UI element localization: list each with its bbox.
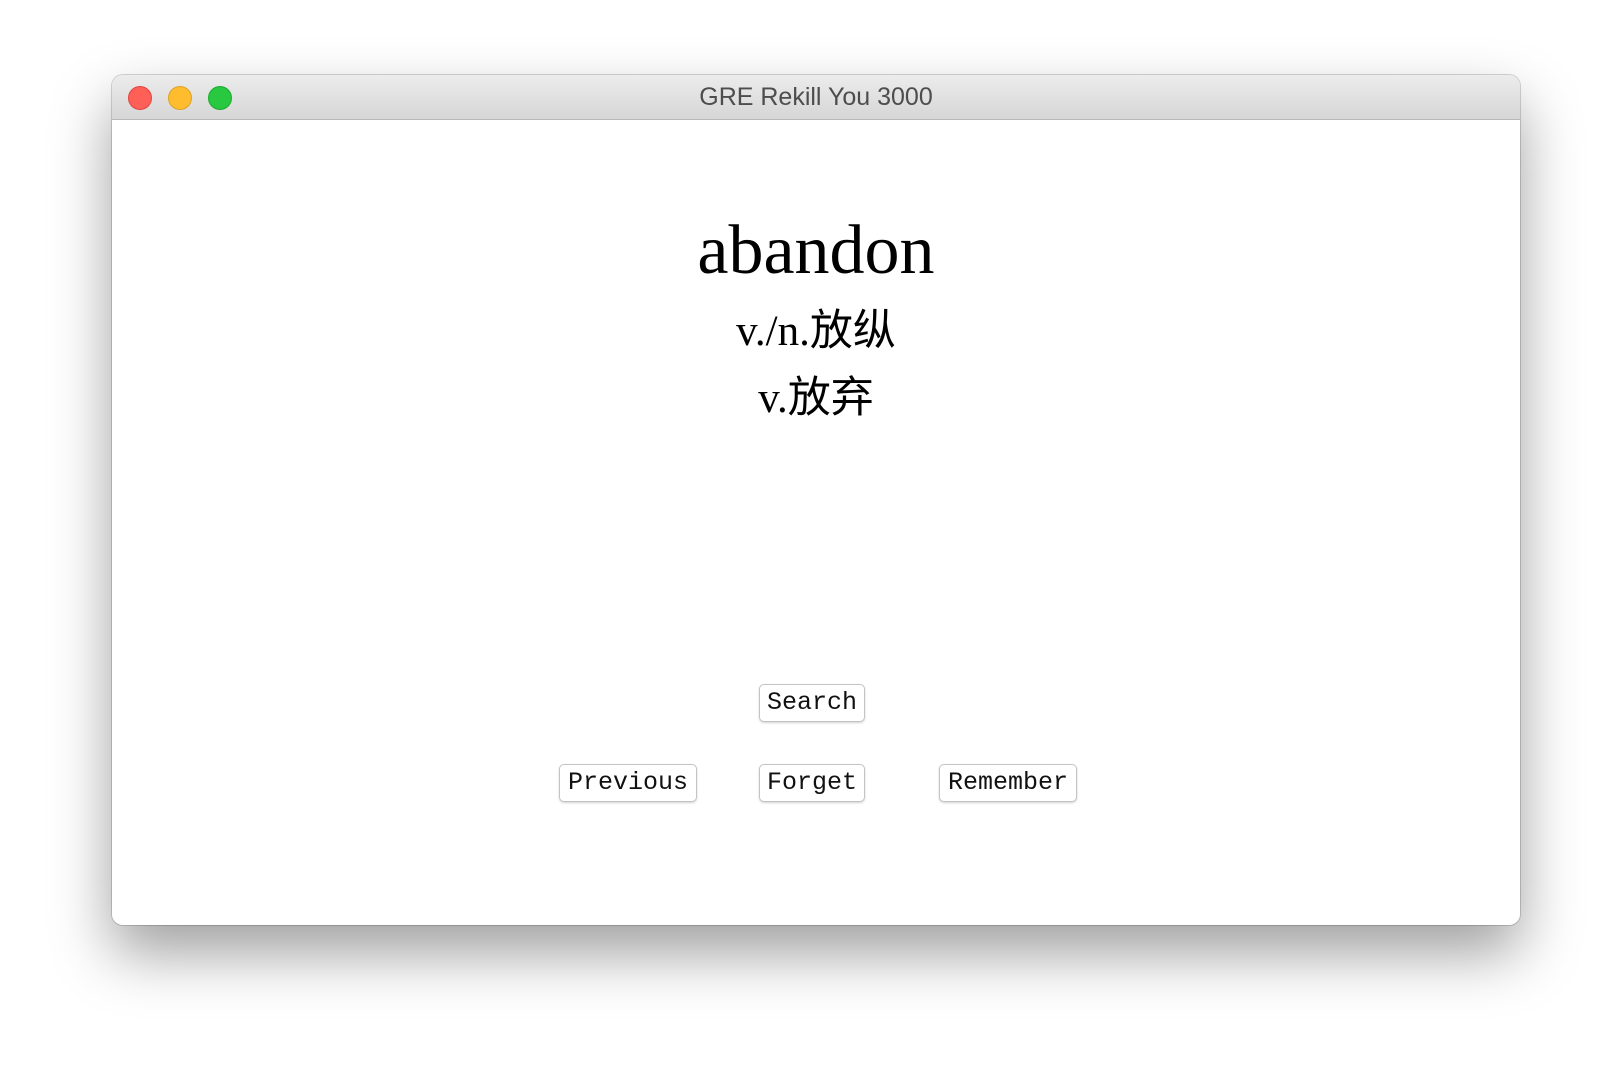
- previous-button[interactable]: Previous: [559, 764, 697, 802]
- remember-button[interactable]: Remember: [939, 764, 1077, 802]
- title-bar[interactable]: GRE Rekill You 3000: [112, 75, 1520, 120]
- search-button[interactable]: Search: [759, 684, 865, 722]
- vocabulary-word: abandon: [697, 212, 935, 289]
- app-window: GRE Rekill You 3000 abandon v./n.放纵 v.放弃…: [112, 75, 1520, 925]
- definition-line: v.放弃: [758, 375, 874, 422]
- forget-button[interactable]: Forget: [759, 764, 865, 802]
- flashcard-panel: abandon v./n.放纵 v.放弃 Search Previous For…: [112, 120, 1520, 925]
- definition-line: v./n.放纵: [736, 308, 896, 355]
- window-title: GRE Rekill You 3000: [699, 83, 933, 111]
